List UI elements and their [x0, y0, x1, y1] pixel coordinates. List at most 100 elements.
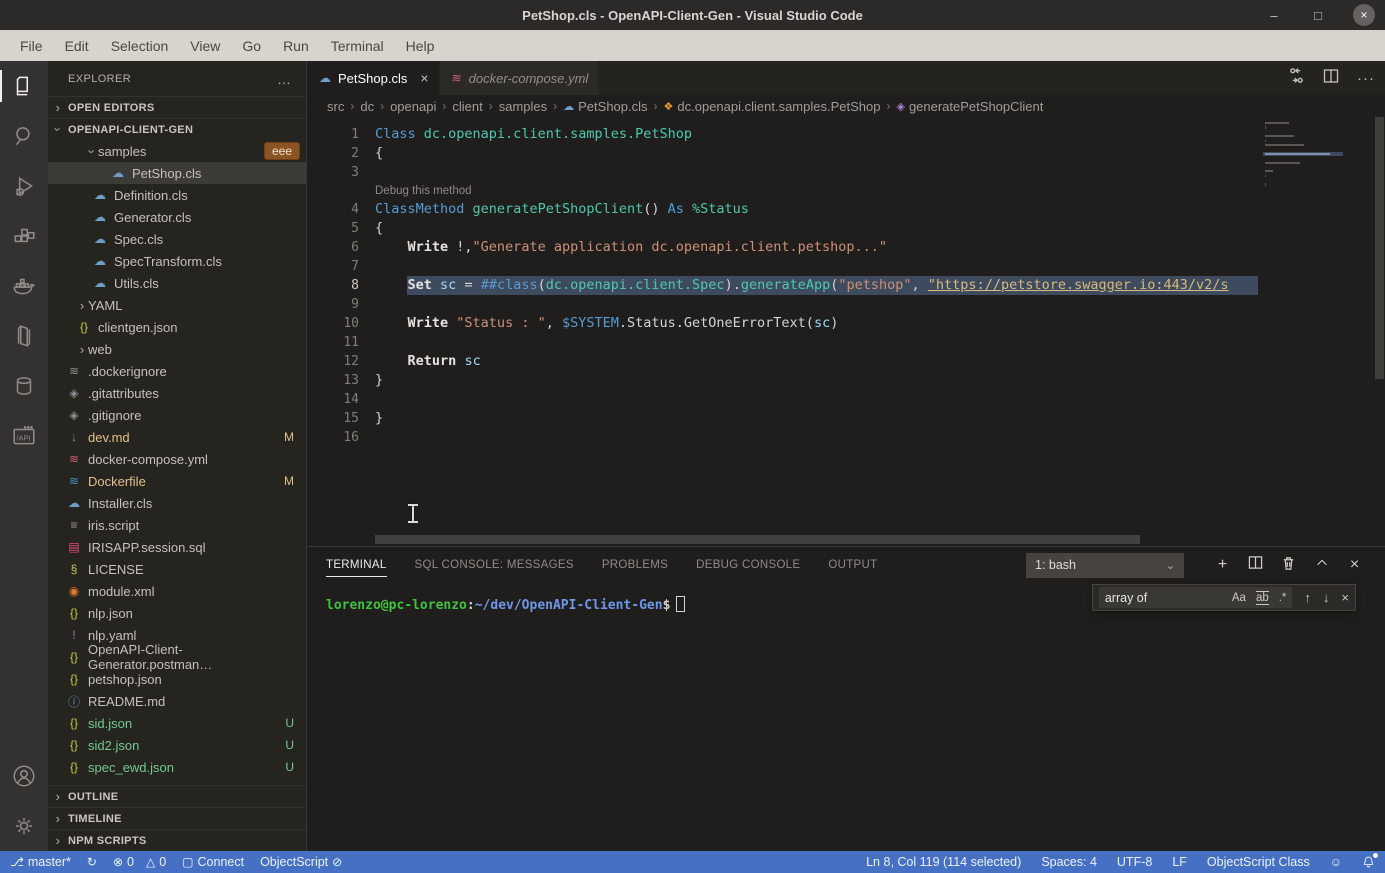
- breadcrumb-item[interactable]: src: [327, 99, 344, 114]
- intersystems-tools-icon[interactable]: [0, 361, 48, 411]
- objectscript-icon[interactable]: [0, 311, 48, 361]
- code-line-15[interactable]: 15}: [307, 409, 1258, 428]
- file-petshop-cls[interactable]: ☁PetShop.cls: [48, 162, 306, 184]
- split-editor-icon[interactable]: [1323, 68, 1339, 89]
- panel-tab-sql-console-messages[interactable]: SQL CONSOLE: MESSAGES: [415, 547, 574, 583]
- status-feedback[interactable]: ☺: [1330, 855, 1342, 869]
- file-readme-md[interactable]: ⓘREADME.md: [48, 690, 306, 712]
- section-root-folder[interactable]: › OPENAPI-CLIENT-GEN: [48, 118, 306, 140]
- terminal-shell-select[interactable]: 1: bash ⌄: [1026, 553, 1184, 578]
- menu-help[interactable]: Help: [396, 34, 445, 58]
- code-line-8[interactable]: 8 Set sc = ##class(dc.openapi.client.Spe…: [307, 276, 1258, 295]
- code-line-16[interactable]: 16: [307, 428, 1258, 447]
- maximize-button[interactable]: □: [1309, 6, 1327, 24]
- minimap[interactable]: [1263, 121, 1343, 191]
- section-npm-scripts[interactable]: › NPM SCRIPTS: [48, 829, 306, 851]
- compare-changes-icon[interactable]: [1288, 67, 1305, 89]
- section-timeline[interactable]: › TIMELINE: [48, 807, 306, 829]
- code-line-11[interactable]: 11: [307, 333, 1258, 352]
- breadcrumb-item[interactable]: ☁PetShop.cls: [563, 99, 647, 114]
- close-panel-icon[interactable]: ×: [1338, 556, 1371, 574]
- breadcrumb-item[interactable]: dc: [360, 99, 374, 114]
- code-line-7[interactable]: 7: [307, 257, 1258, 276]
- code-line-12[interactable]: 12 Return sc: [307, 352, 1258, 371]
- file-generator-cls[interactable]: ☁Generator.cls: [48, 206, 306, 228]
- status-connect[interactable]: ▢Connect: [182, 855, 244, 869]
- codelens-debug-this-method[interactable]: Debug this method: [307, 182, 1258, 200]
- menu-terminal[interactable]: Terminal: [321, 34, 394, 58]
- status-git-branch[interactable]: ⎇master*: [10, 855, 71, 869]
- breadcrumb-item[interactable]: client: [452, 99, 482, 114]
- file-petshop-json[interactable]: {}petshop.json: [48, 668, 306, 690]
- breadcrumb-item[interactable]: openapi: [390, 99, 436, 114]
- close-tab-icon[interactable]: ×: [420, 70, 428, 86]
- folder-yaml[interactable]: ›YAML: [48, 294, 306, 316]
- file-sid2-json[interactable]: {}sid2.jsonU: [48, 734, 306, 756]
- code-editor[interactable]: 1Class dc.openapi.client.samples.PetShop…: [307, 117, 1385, 546]
- file-dev-md[interactable]: ↓dev.mdM: [48, 426, 306, 448]
- file-installer-cls[interactable]: ☁Installer.cls: [48, 492, 306, 514]
- more-actions-icon[interactable]: ···: [1357, 70, 1375, 87]
- split-terminal-icon[interactable]: [1239, 555, 1272, 575]
- panel-tab-terminal[interactable]: TERMINAL: [326, 547, 387, 583]
- horizontal-scrollbar[interactable]: [375, 535, 1140, 544]
- file-utils-cls[interactable]: ☁Utils.cls: [48, 272, 306, 294]
- explorer-more-actions-icon[interactable]: …: [277, 71, 292, 87]
- menu-run[interactable]: Run: [273, 34, 319, 58]
- account-icon[interactable]: [0, 751, 48, 801]
- minimize-button[interactable]: –: [1265, 6, 1283, 24]
- file-dockerfile[interactable]: ≋DockerfileM: [48, 470, 306, 492]
- folder-web[interactable]: ›web: [48, 338, 306, 360]
- file-license[interactable]: §LICENSE: [48, 558, 306, 580]
- code-line-13[interactable]: 13}: [307, 371, 1258, 390]
- close-button[interactable]: ×: [1353, 4, 1375, 26]
- status-language-mode[interactable]: ObjectScript Class: [1207, 855, 1310, 869]
- file-sid-json[interactable]: {}sid.jsonU: [48, 712, 306, 734]
- file--gitattributes[interactable]: ◈.gitattributes: [48, 382, 306, 404]
- terminal[interactable]: lorenzo@pc-lorenzo:~/dev/OpenAPI-Client-…: [307, 583, 1385, 851]
- kill-terminal-icon[interactable]: [1272, 555, 1305, 576]
- status-indentation[interactable]: Spaces: 4: [1041, 855, 1097, 869]
- run-debug-icon[interactable]: [0, 161, 48, 211]
- status-objectscript-server[interactable]: ObjectScript⊘: [260, 855, 342, 869]
- breadcrumb-item[interactable]: ◈generatePetShopClient: [896, 99, 1043, 114]
- file-definition-cls[interactable]: ☁Definition.cls: [48, 184, 306, 206]
- status-eol[interactable]: LF: [1172, 855, 1187, 869]
- file-spec-cls[interactable]: ☁Spec.cls: [48, 228, 306, 250]
- rest-api-icon[interactable]: /API: [0, 411, 48, 461]
- file--gitignore[interactable]: ◈.gitignore: [48, 404, 306, 426]
- panel-tab-problems[interactable]: PROBLEMS: [602, 547, 668, 583]
- explorer-icon[interactable]: [0, 61, 48, 111]
- docker-icon[interactable]: [0, 261, 48, 311]
- code-line-14[interactable]: 14: [307, 390, 1258, 409]
- panel-tab-debug-console[interactable]: DEBUG CONSOLE: [696, 547, 800, 583]
- code-line-5[interactable]: 5{: [307, 219, 1258, 238]
- status-errors-warnings[interactable]: ⊗0△0: [113, 855, 166, 869]
- extensions-icon[interactable]: [0, 211, 48, 261]
- menu-edit[interactable]: Edit: [55, 34, 99, 58]
- search-icon[interactable]: [0, 111, 48, 161]
- vertical-scrollbar[interactable]: [1374, 117, 1385, 379]
- code-line-3[interactable]: 3: [307, 163, 1258, 182]
- code-line-4[interactable]: 4ClassMethod generatePetShopClient() As …: [307, 200, 1258, 219]
- breadcrumb-item[interactable]: samples: [499, 99, 547, 114]
- status-cursor-position[interactable]: Ln 8, Col 119 (114 selected): [866, 855, 1021, 869]
- status-encoding[interactable]: UTF-8: [1117, 855, 1152, 869]
- file-clientgen-json[interactable]: {}clientgen.json: [48, 316, 306, 338]
- section-open-editors[interactable]: › OPEN EDITORS: [48, 96, 306, 118]
- tab-petshop-cls[interactable]: ☁PetShop.cls×: [307, 61, 439, 95]
- code-line-10[interactable]: 10 Write "Status : ", $SYSTEM.Status.Get…: [307, 314, 1258, 333]
- file-irisapp-session-sql[interactable]: ▤IRISAPP.session.sql: [48, 536, 306, 558]
- code-line-9[interactable]: 9: [307, 295, 1258, 314]
- settings-gear-icon[interactable]: [0, 801, 48, 851]
- file-docker-compose-yml[interactable]: ≋docker-compose.yml: [48, 448, 306, 470]
- tab-docker-compose-yml[interactable]: ≋docker-compose.yml: [440, 61, 599, 95]
- file--dockerignore[interactable]: ≋.dockerignore: [48, 360, 306, 382]
- panel-tab-output[interactable]: OUTPUT: [828, 547, 877, 583]
- file-spec-ewd-json[interactable]: {}spec_ewd.jsonU: [48, 756, 306, 778]
- section-outline[interactable]: › OUTLINE: [48, 785, 306, 807]
- file-module-xml[interactable]: ◉module.xml: [48, 580, 306, 602]
- status-notifications-bell[interactable]: [1362, 855, 1375, 869]
- file-openapi-client-generator-postman-[interactable]: {}OpenAPI-Client-Generator.postman…: [48, 646, 306, 668]
- menu-selection[interactable]: Selection: [101, 34, 179, 58]
